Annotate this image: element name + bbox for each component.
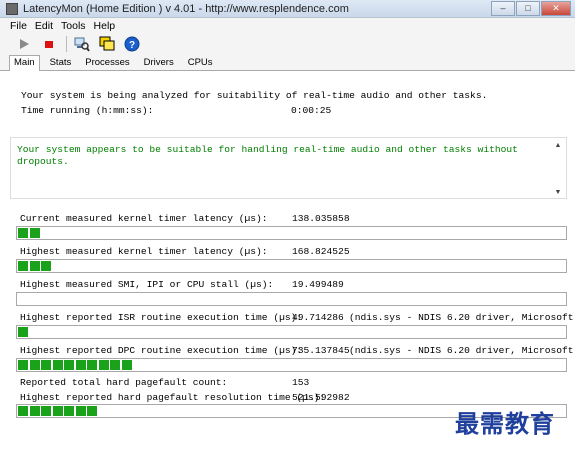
app-icon	[6, 2, 18, 15]
scroll-down-icon[interactable]: ▼	[553, 189, 563, 196]
bar-segment	[98, 360, 110, 370]
svg-text:?: ?	[129, 40, 135, 51]
help-icon[interactable]: ?	[124, 36, 140, 52]
tab-strip: Main Stats Processes Drivers CPUs	[0, 54, 575, 71]
bar-segment	[121, 360, 133, 370]
metric-value: 168.824525	[292, 246, 350, 257]
bar-segment	[41, 261, 52, 271]
metric-driver: (ndis.sys - NDIS 6.20 driver, Microsoft …	[349, 345, 575, 356]
status-message: Your system is being analyzed for suitab…	[21, 90, 488, 101]
close-button[interactable]: ✕	[541, 1, 571, 16]
menu-tools[interactable]: Tools	[61, 20, 86, 32]
metric-bar	[16, 292, 567, 306]
bar-segment	[18, 228, 29, 238]
window-controls: – □ ✕	[490, 1, 571, 16]
metric-value: 735.137845	[292, 345, 350, 356]
tab-main[interactable]: Main	[9, 55, 40, 71]
bar-segment	[64, 406, 75, 416]
bar-segment	[110, 360, 121, 370]
watermark-logo: 最需教育	[455, 409, 555, 438]
bar-segment	[75, 406, 87, 416]
metric-label: Highest reported DPC routine execution t…	[20, 345, 303, 356]
metric-bar	[16, 259, 567, 273]
metric-bar	[16, 226, 567, 240]
metric-label: Current measured kernel timer latency (µ…	[20, 213, 268, 224]
menu-file[interactable]: File	[10, 20, 27, 32]
play-icon[interactable]	[16, 36, 32, 52]
bar-segment	[52, 360, 64, 370]
metric-driver: (ndis.sys - NDIS 6.20 driver, Microsoft …	[349, 312, 575, 323]
bar-segment	[18, 327, 29, 337]
bar-segment	[29, 406, 41, 416]
bar-segment	[18, 360, 29, 370]
window-title: LatencyMon (Home Edition ) v 4.01 - http…	[23, 2, 349, 15]
metric-value: 153	[292, 377, 310, 388]
verdict-text: Your system appears to be suitable for h…	[17, 144, 518, 167]
bar-segment	[41, 360, 52, 370]
bar-segment	[29, 261, 41, 271]
metric-value: 49.714286	[292, 312, 344, 323]
title-bar: LatencyMon (Home Edition ) v 4.01 - http…	[0, 0, 575, 18]
minimize-button[interactable]: –	[491, 1, 515, 16]
bar-segment	[75, 360, 87, 370]
metric-value: 138.035858	[292, 213, 350, 224]
metric-label: Reported total hard pagefault count:	[20, 377, 228, 388]
metric-bar	[16, 358, 567, 372]
bar-segment	[29, 360, 41, 370]
verdict-scrollbar[interactable]: ▲ ▼	[553, 142, 563, 196]
metric-value: 19.499489	[292, 279, 344, 290]
status-panel: Your system is being analyzed for suitab…	[10, 78, 567, 128]
time-running-value: 0:00:25	[291, 105, 332, 116]
bar-segment	[52, 406, 64, 416]
tab-drivers[interactable]: Drivers	[140, 56, 178, 70]
tab-stats[interactable]: Stats	[46, 56, 76, 70]
time-running-label: Time running (h:mm:ss):	[21, 105, 154, 116]
metric-label: Highest measured SMI, IPI or CPU stall (…	[20, 279, 274, 290]
windows-icon[interactable]	[99, 36, 115, 52]
menu-bar: File Edit Tools Help	[0, 18, 575, 34]
maximize-button[interactable]: □	[516, 1, 540, 16]
bar-segment	[87, 360, 98, 370]
tab-processes[interactable]: Processes	[81, 56, 133, 70]
tab-cpus[interactable]: CPUs	[184, 56, 217, 70]
menu-help[interactable]: Help	[94, 20, 116, 32]
verdict-panel: Your system appears to be suitable for h…	[10, 137, 567, 199]
metric-label: Highest reported hard pagefault resoluti…	[20, 392, 326, 403]
metric-label: Highest measured kernel timer latency (µ…	[20, 246, 268, 257]
stop-icon[interactable]	[41, 36, 57, 52]
bar-segment	[29, 228, 41, 238]
toolbar-separator	[66, 36, 67, 52]
metric-bar	[16, 325, 567, 339]
bar-segment	[41, 406, 52, 416]
scroll-up-icon[interactable]: ▲	[553, 142, 563, 149]
metric-label: Highest reported ISR routine execution t…	[20, 312, 303, 323]
search-computer-icon[interactable]	[74, 36, 90, 52]
bar-segment	[64, 360, 75, 370]
bar-segment	[87, 406, 98, 416]
bar-segment	[18, 406, 29, 416]
bar-segment	[18, 261, 29, 271]
metric-value: 521.592982	[292, 392, 350, 403]
toolbar: ?	[0, 34, 575, 54]
menu-edit[interactable]: Edit	[35, 20, 53, 32]
